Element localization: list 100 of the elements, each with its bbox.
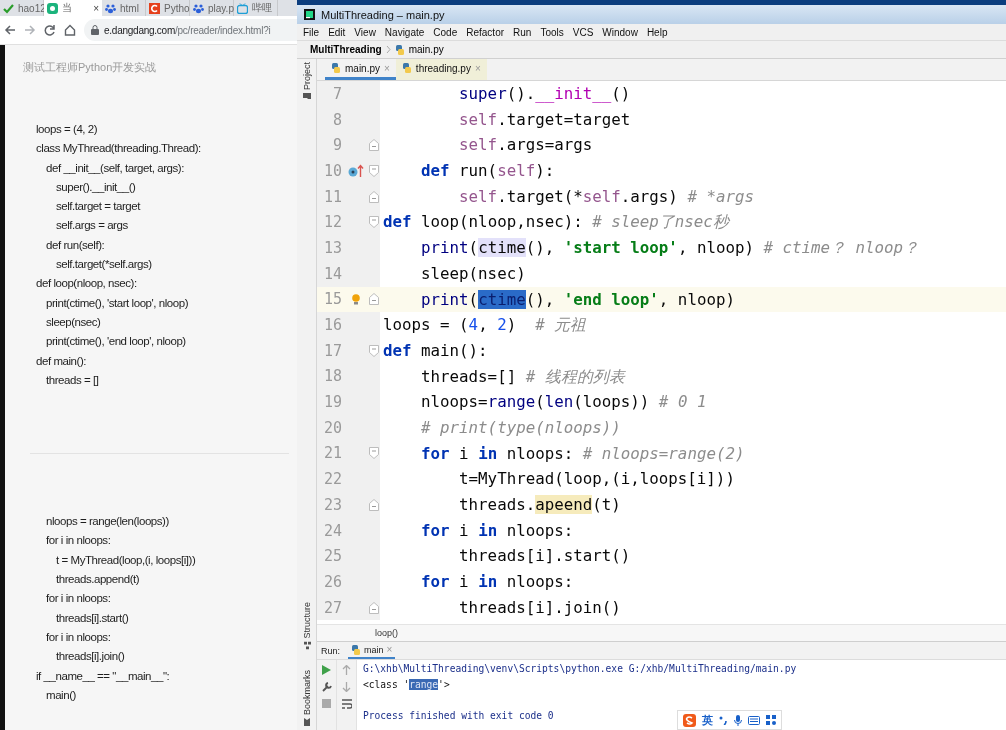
python-file-icon (331, 63, 341, 73)
breadcrumb-item[interactable]: main.py (408, 44, 444, 55)
line-number: 11 (322, 187, 342, 206)
python-file-icon (351, 644, 361, 655)
menu-item[interactable]: Help (646, 26, 668, 38)
forward-icon[interactable] (24, 24, 36, 36)
menu-item[interactable]: File (303, 26, 320, 38)
grid-icon[interactable] (766, 715, 776, 725)
code-text: t = MyThread(loop,(i, loops[i])) (55, 552, 197, 568)
up-arrow-icon[interactable] (342, 665, 351, 675)
fold-icon[interactable] (369, 139, 379, 152)
back-icon[interactable] (4, 24, 16, 36)
menu-item[interactable]: Code (433, 26, 458, 38)
browser-tab[interactable]: 当 × (44, 0, 102, 16)
code-text: for i in nloops: (45, 591, 112, 607)
wrap-icon[interactable] (341, 699, 352, 709)
code-line: threads[i].start() (458, 545, 631, 568)
menu-item[interactable]: Refactor (466, 26, 505, 38)
keyboard-icon[interactable] (748, 715, 760, 725)
lock-icon (91, 25, 99, 35)
fold-icon[interactable] (369, 164, 379, 177)
ime-mode[interactable]: 英 (702, 712, 713, 728)
tool-window-button[interactable]: Structure (301, 602, 312, 650)
code-text: for i in nloops: (45, 629, 112, 645)
breadcrumb-item[interactable]: MultiThreading (310, 44, 382, 55)
check-icon (3, 2, 14, 14)
code-text: if __name__ == "__main__": (36, 668, 171, 684)
line-number: 24 (322, 521, 342, 540)
menu-item[interactable]: VCS (572, 26, 594, 38)
console-line: Process finished with exit code 0 (363, 708, 554, 723)
ime-logo-icon[interactable] (683, 713, 696, 727)
code-text: threads = [] (45, 372, 100, 388)
code-text: print(ctime(), 'start loop', nloop) (45, 295, 190, 311)
tool-window-button[interactable]: Bookmarks (301, 670, 312, 726)
close-icon[interactable]: × (93, 2, 99, 14)
fold-icon[interactable] (369, 344, 379, 357)
code-line: for i in nloops: # nloops=range(2) (420, 442, 745, 465)
down-arrow-icon[interactable] (342, 682, 351, 692)
menu-item[interactable]: Navigate (384, 26, 425, 38)
fold-icon[interactable] (369, 498, 379, 511)
code-text: nloops = range(len(loops)) (45, 514, 170, 530)
home-icon[interactable] (64, 24, 76, 36)
run-icon[interactable] (322, 665, 331, 675)
code-line: def main(): (382, 339, 488, 362)
address-bar[interactable]: e.dangdang.com/pc/reader/index.html?i (84, 19, 297, 41)
fold-icon[interactable] (369, 447, 379, 460)
code-line: nloops=range(len(loops)) # 0 1 (420, 391, 707, 414)
line-number: 25 (322, 547, 342, 566)
reload-icon[interactable] (44, 24, 56, 36)
code-line: threads=[] # 线程的列表 (420, 365, 625, 388)
window-title: MultiThreading – main.py (321, 8, 445, 21)
code-line: self.args=args (458, 134, 593, 157)
code-line: print(ctime(), 'start loop', nloop) # ctime？ nloop？ (420, 237, 920, 260)
line-number: 22 (322, 470, 342, 489)
bookmark-icon (302, 718, 311, 726)
bulb-icon[interactable] (351, 293, 360, 305)
python-file-icon (394, 44, 405, 55)
console-line: G:\xhb\MultiThreading\venv\Scripts\python.exe G:/xhb/MultiThreading/main.py (363, 662, 797, 676)
line-number: 23 (322, 495, 342, 514)
logo-icon (149, 2, 160, 14)
panel-label: Run: (321, 645, 340, 656)
tv-icon (237, 2, 248, 14)
url-host: e.dangdang.com (104, 24, 175, 36)
console-line: <class 'range'> (363, 677, 450, 692)
menu-item[interactable]: Edit (328, 26, 346, 38)
code-text: main() (45, 687, 77, 703)
override-icon[interactable] (347, 163, 364, 178)
chevron-icon (385, 45, 391, 54)
line-number: 12 (322, 213, 342, 232)
wrench-icon[interactable] (321, 682, 332, 692)
code-text: loops = (4, 2) (36, 122, 99, 137)
fold-icon[interactable] (369, 601, 379, 614)
punctuation-icon[interactable] (719, 715, 728, 725)
fold-icon[interactable] (369, 190, 379, 203)
code-line: threads[i].join() (458, 596, 621, 619)
line-number: 26 (322, 572, 342, 591)
microphone-icon[interactable] (734, 714, 742, 726)
code-text: self.args = args (55, 218, 129, 234)
code-line: threads.apeend(t) (458, 494, 621, 516)
line-number: 7 (331, 84, 342, 103)
url-path: /pc/reader/index.html?i (175, 24, 271, 36)
code-text: def run(self): (45, 237, 106, 253)
python-file-icon (401, 63, 412, 73)
line-number: 20 (322, 418, 342, 437)
editor-tab[interactable]: threading.py × (395, 59, 487, 80)
menu-item[interactable]: Window (602, 26, 638, 38)
code-line: def run(self): (420, 160, 555, 183)
fold-icon[interactable] (369, 293, 379, 306)
breadcrumb-item[interactable]: loop() (375, 628, 398, 638)
menu-item[interactable]: Run (513, 26, 532, 38)
code-line: self.target(*self.args) # *args (458, 185, 754, 208)
tool-window-button[interactable]: Project (301, 62, 312, 100)
fold-icon[interactable] (369, 216, 379, 229)
code-line: print(ctime(), 'end loop', nloop) (420, 288, 735, 311)
code-line: loops = (4, 2) # 元祖 (382, 314, 587, 337)
code-text: threads[i].start() (55, 610, 130, 626)
menu-item[interactable]: View (354, 26, 376, 38)
line-number: 19 (322, 393, 342, 412)
menu-item[interactable]: Tools (540, 26, 564, 38)
book-title: 测试工程师Python开发实战 (23, 60, 158, 74)
